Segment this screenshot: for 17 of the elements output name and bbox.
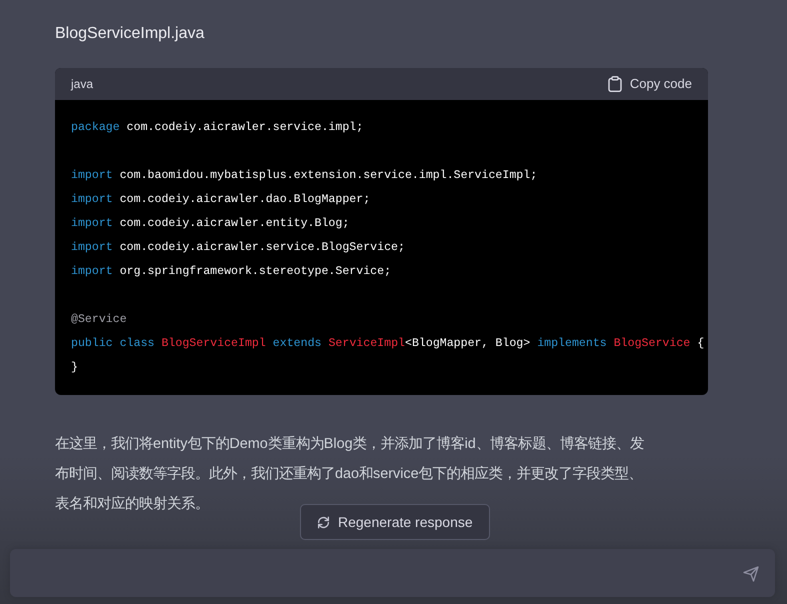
code-line: import com.codeiy.aicrawler.dao.BlogMapper; bbox=[71, 192, 370, 208]
code-line: import com.baomidou.mybatisplus.extension.service.impl.ServiceImpl; bbox=[71, 168, 538, 184]
code-line: public class BlogServiceImpl extends ServiceImpl<BlogMapper, Blog> implements BlogService { bbox=[71, 336, 704, 352]
file-title: BlogServiceImpl.java bbox=[54, 24, 206, 44]
refresh-icon bbox=[317, 516, 330, 528]
regenerate-button[interactable]: Regenerate response bbox=[300, 504, 490, 540]
language-label: java bbox=[71, 76, 94, 93]
code-line: @Service bbox=[71, 312, 127, 328]
code-line: import com.codeiy.aicrawler.entity.Blog; bbox=[71, 216, 350, 232]
message-input[interactable] bbox=[10, 549, 775, 597]
copy-code-button[interactable]: Copy code bbox=[608, 74, 692, 94]
code-line: } bbox=[71, 360, 78, 376]
code-line: import com.codeiy.aicrawler.service.BlogService; bbox=[71, 240, 405, 256]
code-line: package com.codeiy.aicrawler.service.impl; bbox=[71, 120, 364, 136]
send-icon[interactable] bbox=[743, 566, 759, 582]
code-line: import org.springframework.stereotype.Service; bbox=[71, 264, 392, 280]
clipboard-icon bbox=[608, 76, 622, 92]
